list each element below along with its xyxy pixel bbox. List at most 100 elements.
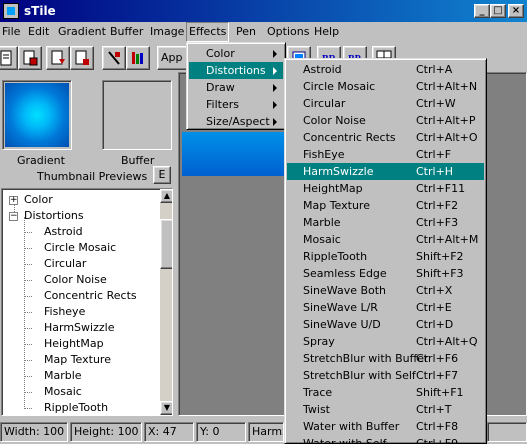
export-file-button[interactable] xyxy=(70,46,94,70)
menu-item-label: Spray xyxy=(303,335,335,348)
menu-item-shortcut: Ctrl+A xyxy=(416,63,453,76)
distortion-item-concentric-rects[interactable]: Concentric Rects Ctrl+Alt+O xyxy=(287,129,484,146)
menu-edit[interactable]: Edit xyxy=(26,22,51,42)
menu-item-shortcut: Shift+F2 xyxy=(416,250,464,263)
tree-connector xyxy=(24,360,32,361)
tree-connector xyxy=(24,328,32,329)
menu-effects[interactable]: Effects xyxy=(186,22,230,42)
maximize-button[interactable]: □ xyxy=(490,4,506,18)
distortion-item-sinewave-both[interactable]: SineWave Both Ctrl+X xyxy=(287,282,484,299)
distortion-item-trace[interactable]: Trace Shift+F1 xyxy=(287,384,484,401)
menu-item-label: Map Texture xyxy=(303,199,370,212)
expand-icon[interactable]: + xyxy=(9,196,18,205)
new-file-button[interactable] xyxy=(0,46,18,70)
distortion-item-map-texture[interactable]: Map Texture Ctrl+F2 xyxy=(287,197,484,214)
distortion-item-circular[interactable]: Circular Ctrl+W xyxy=(287,95,484,112)
menu-item-shortcut: Ctrl+F3 xyxy=(416,216,459,229)
tree-item-label: Circle Mosaic xyxy=(44,241,117,254)
distortion-item-circle-mosaic[interactable]: Circle Mosaic Ctrl+Alt+N xyxy=(287,78,484,95)
distortion-item-heightmap[interactable]: HeightMap Ctrl+F11 xyxy=(287,180,484,197)
tree-connector xyxy=(24,280,32,281)
distortion-item-sinewave-u-d[interactable]: SineWave U/D Ctrl+D xyxy=(287,316,484,333)
collapse-icon[interactable]: − xyxy=(9,212,18,221)
status-height: Height: 100 xyxy=(70,422,142,442)
gradient-preview-frame[interactable] xyxy=(2,80,72,150)
distortion-item-rippletooth[interactable]: RippleTooth Shift+F2 xyxy=(287,248,484,265)
menu-item-shortcut: Ctrl+Alt+O xyxy=(416,131,478,144)
effects-menu: Color Distortions Draw Filters Size/Aspect xyxy=(186,42,286,130)
buffer-label: Buffer xyxy=(121,154,155,167)
menu-image[interactable]: Image xyxy=(148,22,186,42)
menu-item-shortcut: Ctrl+X xyxy=(416,284,453,297)
canvas-image[interactable] xyxy=(182,132,286,176)
distortion-item-mosaic[interactable]: Mosaic Ctrl+Alt+M xyxy=(287,231,484,248)
menu-item-shortcut: Ctrl+Alt+P xyxy=(416,114,476,127)
status-width: Width: 100 xyxy=(0,422,68,442)
distortion-item-fisheye[interactable]: FishEye Ctrl+F xyxy=(287,146,484,163)
distortion-item-water-with-self[interactable]: Water with Self Ctrl+F9 xyxy=(287,435,484,444)
distortion-item-stretchblur-with-buffer[interactable]: StretchBlur with Buffer Ctrl+F6 xyxy=(287,350,484,367)
menu-item-shortcut: Ctrl+F9 xyxy=(416,437,459,444)
menu-item-shortcut: Ctrl+Alt+M xyxy=(416,233,479,246)
status-effect: HarmS xyxy=(248,422,284,442)
effects-menu-item-draw[interactable]: Draw xyxy=(189,79,283,96)
apply-button[interactable]: App xyxy=(157,46,189,70)
tree-item-label: HarmSwizzle xyxy=(44,321,115,334)
submenu-arrow-icon xyxy=(273,118,277,126)
menu-item-shortcut: Ctrl+F8 xyxy=(416,420,459,433)
menu-buffer[interactable]: Buffer xyxy=(108,22,145,42)
tree-item-label: Fisheye xyxy=(44,305,86,318)
tree-connector xyxy=(24,312,32,313)
close-button[interactable]: × xyxy=(508,4,524,18)
distortion-item-astroid[interactable]: Astroid Ctrl+A xyxy=(287,61,484,78)
tree-item-label: Color Noise xyxy=(44,273,107,286)
submenu-arrow-icon xyxy=(273,101,277,109)
effects-menu-item-distortions[interactable]: Distortions xyxy=(189,62,283,79)
menu-help[interactable]: Help xyxy=(312,22,341,42)
distortion-item-water-with-buffer[interactable]: Water with Buffer Ctrl+F8 xyxy=(287,418,484,435)
distortion-item-stretchblur-with-self[interactable]: StretchBlur with Self Ctrl+F7 xyxy=(287,367,484,384)
save-file-button[interactable] xyxy=(18,46,42,70)
menu-item-shortcut: Ctrl+Alt+N xyxy=(416,80,478,93)
title-bar[interactable]: sTile _ □ × xyxy=(0,0,527,22)
buffer-thumbnail[interactable] xyxy=(102,80,172,150)
distortion-item-marble[interactable]: Marble Ctrl+F3 xyxy=(287,214,484,231)
distortion-item-twist[interactable]: Twist Ctrl+T xyxy=(287,401,484,418)
menu-gradient[interactable]: Gradient xyxy=(56,22,108,42)
menu-item-label: FishEye xyxy=(303,148,345,161)
menu-item-label: Circle Mosaic xyxy=(303,80,376,93)
scroll-up-icon[interactable]: ▲ xyxy=(160,189,172,203)
menu-item-shortcut: Ctrl+F11 xyxy=(416,182,466,195)
distortion-item-color-noise[interactable]: Color Noise Ctrl+Alt+P xyxy=(287,112,484,129)
distortion-item-spray[interactable]: Spray Ctrl+Alt+Q xyxy=(287,333,484,350)
menu-pen[interactable]: Pen xyxy=(234,22,258,42)
window-title: sTile xyxy=(24,4,56,18)
color-channels-button[interactable] xyxy=(126,46,150,70)
tree-connector xyxy=(24,248,32,249)
distortion-item-harmswizzle[interactable]: HarmSwizzle Ctrl+H xyxy=(287,163,484,180)
menu-options[interactable]: Options xyxy=(265,22,311,42)
effects-menu-item-color[interactable]: Color xyxy=(189,45,283,62)
effects-menu-item-size-aspect[interactable]: Size/Aspect xyxy=(189,113,283,130)
distortion-item-sinewave-l-r[interactable]: SineWave L/R Ctrl+E xyxy=(287,299,484,316)
tree-scrollbar[interactable]: ▲ ▼ xyxy=(160,189,172,415)
tools-button[interactable] xyxy=(102,46,126,70)
menu-bar: File Edit Gradient Buffer Image Effects … xyxy=(0,22,527,42)
scroll-thumb[interactable] xyxy=(160,219,172,269)
effects-tree[interactable]: + Color − Distortions Astroid Circle Mosa… xyxy=(1,188,173,416)
wrench-icon xyxy=(108,51,120,65)
open-file-button[interactable] xyxy=(46,46,70,70)
menu-file[interactable]: File xyxy=(0,22,22,42)
menu-item-label: Seamless Edge xyxy=(303,267,387,280)
app-icon[interactable] xyxy=(3,3,19,19)
minimize-button[interactable]: _ xyxy=(474,4,490,18)
gradient-thumbnail xyxy=(5,83,69,147)
menu-item-label: Circular xyxy=(303,97,346,110)
effects-menu-item-filters[interactable]: Filters xyxy=(189,96,283,113)
menu-item-label: Twist xyxy=(303,403,330,416)
e-button[interactable]: E xyxy=(153,166,171,184)
scroll-down-icon[interactable]: ▼ xyxy=(160,401,172,415)
distortion-item-seamless-edge[interactable]: Seamless Edge Shift+F3 xyxy=(287,265,484,282)
submenu-arrow-icon xyxy=(273,84,277,92)
menu-item-label: Mosaic xyxy=(303,233,341,246)
